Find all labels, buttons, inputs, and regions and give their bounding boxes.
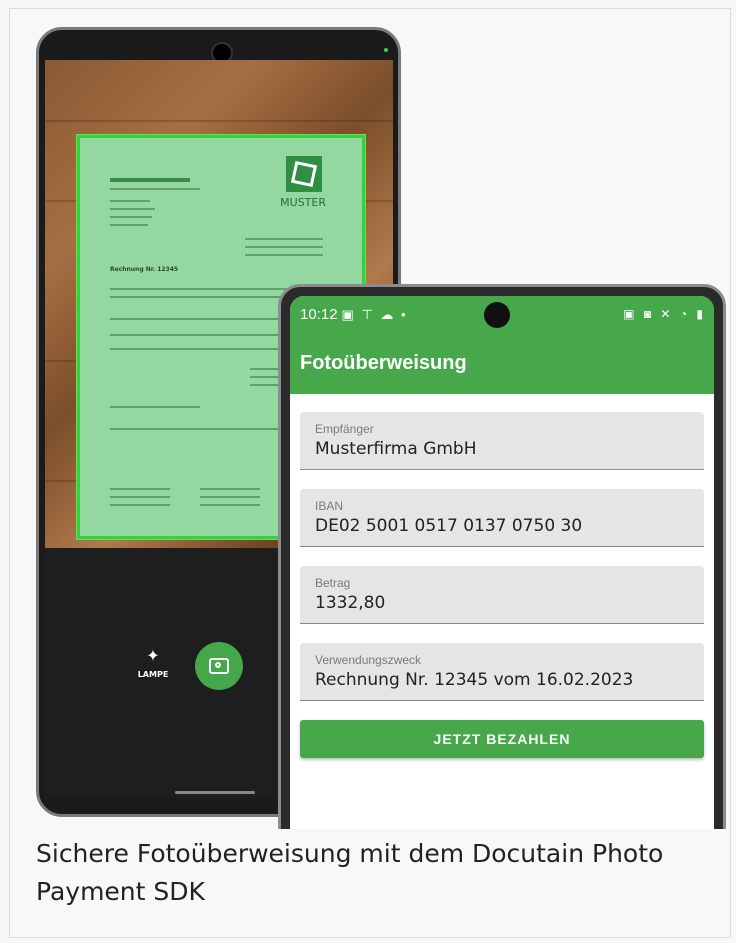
figure-caption: Sichere Fotoüberweisung mit dem Docutain… (36, 839, 664, 906)
app-bar: Fotoüberweisung (290, 334, 714, 394)
field-value: Rechnung Nr. 12345 vom 16.02.2023 (315, 670, 634, 690)
front-camera (484, 302, 510, 328)
home-indicator (175, 791, 255, 794)
document-heading: Rechnung Nr. 12345 (110, 266, 179, 273)
status-time: 10:12 (300, 306, 338, 323)
muster-logo-icon (286, 156, 322, 192)
field-value: Musterfirma GmbH (315, 439, 477, 459)
field-value: DE02 5001 0517 0137 0750 30 (315, 516, 583, 536)
field-label: Empfänger (315, 422, 374, 436)
field-label: Verwendungszweck (315, 653, 422, 667)
shutter-button[interactable] (195, 642, 243, 690)
status-bar: 10:12 ▣ ⊤ ☁ • ▣ ◙ ✕ ◔ ▮ (290, 296, 714, 334)
field-label: Betrag (315, 576, 351, 590)
document-logo-text: MUSTER (280, 196, 326, 209)
camera-icon (209, 658, 229, 674)
status-led (384, 48, 388, 52)
iban-field[interactable]: IBAN DE02 5001 0517 0137 0750 30 (300, 489, 704, 547)
lamp-button[interactable]: ✦ LAMPE (133, 646, 173, 680)
figure-card: MUSTER Rechnung Nr. 12345 ✦ LAMPE 10:12 … (9, 8, 731, 938)
status-right-icons: ▣ ◙ ✕ ◔ ▮ (623, 307, 706, 321)
amount-field[interactable]: Betrag 1332,80 (300, 566, 704, 624)
status-left-icons: ▣ ⊤ ☁ • (341, 307, 408, 322)
flashlight-icon: ✦ (146, 646, 160, 665)
lamp-label: LAMPE (137, 670, 169, 679)
field-value: 1332,80 (315, 593, 386, 613)
page-title: Fotoüberweisung (300, 352, 467, 374)
field-label: IBAN (315, 499, 344, 513)
app-phone: 10:12 ▣ ⊤ ☁ • ▣ ◙ ✕ ◔ ▮ Fotoüberweisung E… (278, 284, 726, 829)
product-photo: MUSTER Rechnung Nr. 12345 ✦ LAMPE 10:12 … (28, 19, 726, 829)
pay-now-button[interactable]: JETZT BEZAHLEN (300, 720, 704, 758)
status-time-group: 10:12 ▣ ⊤ ☁ • (300, 306, 408, 323)
purpose-field[interactable]: Verwendungszweck Rechnung Nr. 12345 vom … (300, 643, 704, 701)
payment-form: Empfänger Musterfirma GmbH IBAN DE02 500… (290, 394, 714, 758)
recipient-field[interactable]: Empfänger Musterfirma GmbH (300, 412, 704, 470)
app-screen: 10:12 ▣ ⊤ ☁ • ▣ ◙ ✕ ◔ ▮ Fotoüberweisung E… (290, 296, 714, 829)
